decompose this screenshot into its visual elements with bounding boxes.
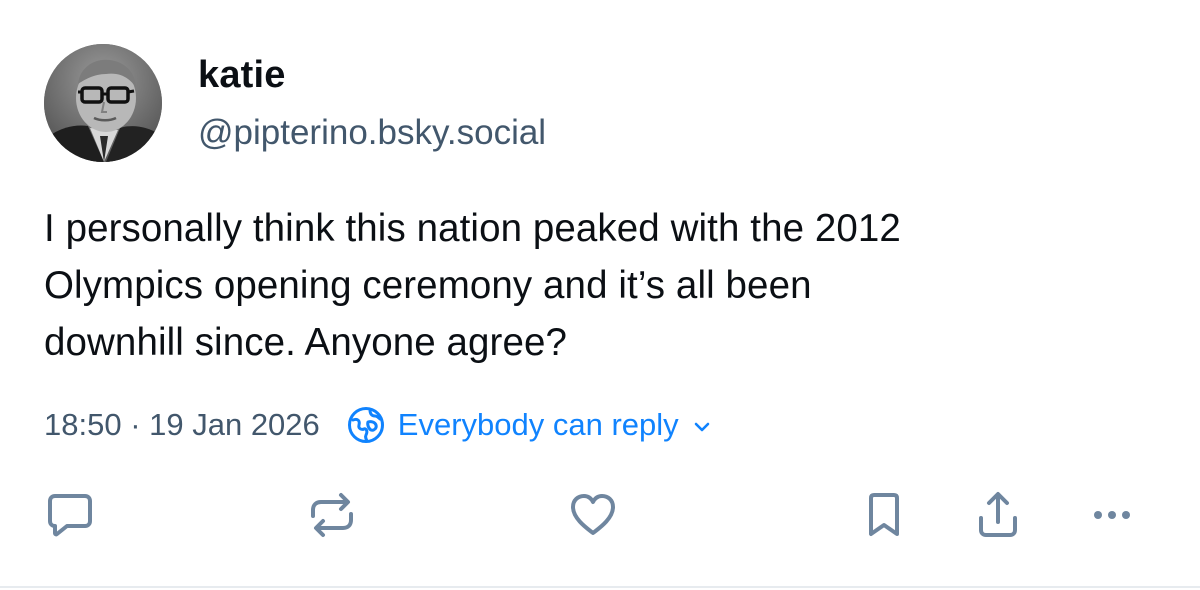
post-text: I personally think this nation peaked wi… (44, 200, 1154, 371)
like-button[interactable] (563, 488, 623, 542)
reply-setting-button[interactable]: Everybody can reply (346, 405, 713, 445)
post-text-line: Olympics opening ceremony and it’s all b… (44, 264, 812, 307)
more-options-icon (1094, 511, 1130, 519)
heart-icon (571, 494, 615, 535)
author-handle[interactable]: @pipterino.bsky.social (198, 112, 546, 154)
avatar-photo (44, 44, 162, 162)
bookmark-icon (869, 493, 899, 536)
post-text-line: I personally think this nation peaked wi… (44, 207, 901, 250)
bookmark-button[interactable] (854, 488, 914, 542)
divider (0, 586, 1200, 588)
repost-icon (311, 493, 353, 537)
speech-bubble-icon (48, 494, 92, 537)
reply-setting-label: Everybody can reply (397, 407, 679, 442)
post-text-line: downhill since. Anyone agree? (44, 321, 568, 364)
share-button[interactable] (968, 488, 1028, 542)
post-author: katie @pipterino.bsky.social (198, 52, 546, 154)
chevron-down-icon (694, 422, 709, 432)
globe-icon (347, 407, 384, 443)
author-display-name[interactable]: katie (198, 52, 546, 98)
share-icon (979, 492, 1017, 537)
more-options-button[interactable] (1082, 488, 1142, 542)
post-actions (0, 488, 1200, 542)
post-timestamp: 18:50 · 19 Jan 2026 (44, 407, 320, 442)
repost-button[interactable] (302, 488, 362, 542)
reply-button[interactable] (40, 488, 100, 542)
post-card: katie @pipterino.bsky.social I personall… (0, 0, 1200, 590)
post-meta: 18:50 · 19 Jan 2026 Everybody can reply (44, 404, 713, 446)
avatar[interactable] (44, 44, 162, 162)
